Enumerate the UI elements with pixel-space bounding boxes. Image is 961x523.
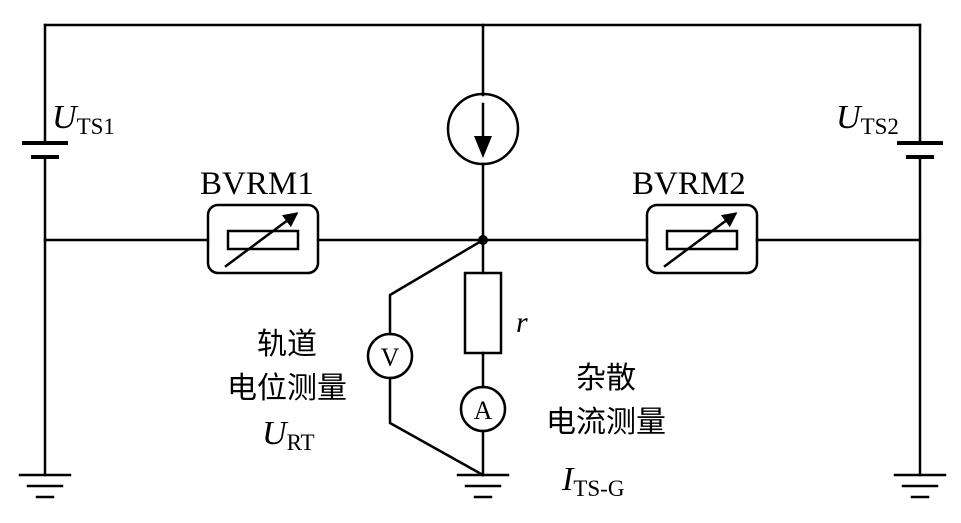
ground-icon — [18, 473, 72, 499]
resistor-r — [463, 271, 503, 355]
variable-resistor-icon — [224, 212, 300, 268]
ground-icon — [893, 473, 947, 499]
uts1-label: UTS1 — [52, 99, 115, 139]
bvrm1-label: BVRM1 — [200, 166, 314, 202]
variable-resistor-icon — [663, 212, 739, 268]
urt-label: URT — [262, 415, 315, 455]
ground-icon — [456, 473, 510, 499]
voltmeter-branch-top — [388, 238, 485, 336]
uts2-label: UTS2 — [836, 99, 899, 139]
voltmeter-label: V — [381, 343, 400, 372]
bvrm1-device — [206, 203, 320, 275]
right-supply — [893, 23, 947, 499]
left-supply — [18, 23, 72, 499]
resistor-r-label: r — [516, 306, 528, 339]
its-g-label: ITS-G — [561, 461, 624, 501]
rail-potential-label-line1: 轨道 — [257, 327, 317, 362]
bvrm2-device — [645, 203, 759, 275]
rail-potential-label-line2: 电位测量 — [227, 371, 347, 406]
bvrm2-label: BVRM2 — [632, 166, 746, 202]
stray-current-label-line2: 电流测量 — [546, 405, 666, 440]
ammeter-label: A — [474, 396, 493, 425]
current-source-icon — [446, 92, 520, 166]
circuit-diagram: UTS1 UTS2 BVRM1 BVRM2 r V A 轨道 电位测量 URT … — [18, 23, 947, 501]
stray-current-label-line1: 杂散 — [576, 361, 636, 396]
